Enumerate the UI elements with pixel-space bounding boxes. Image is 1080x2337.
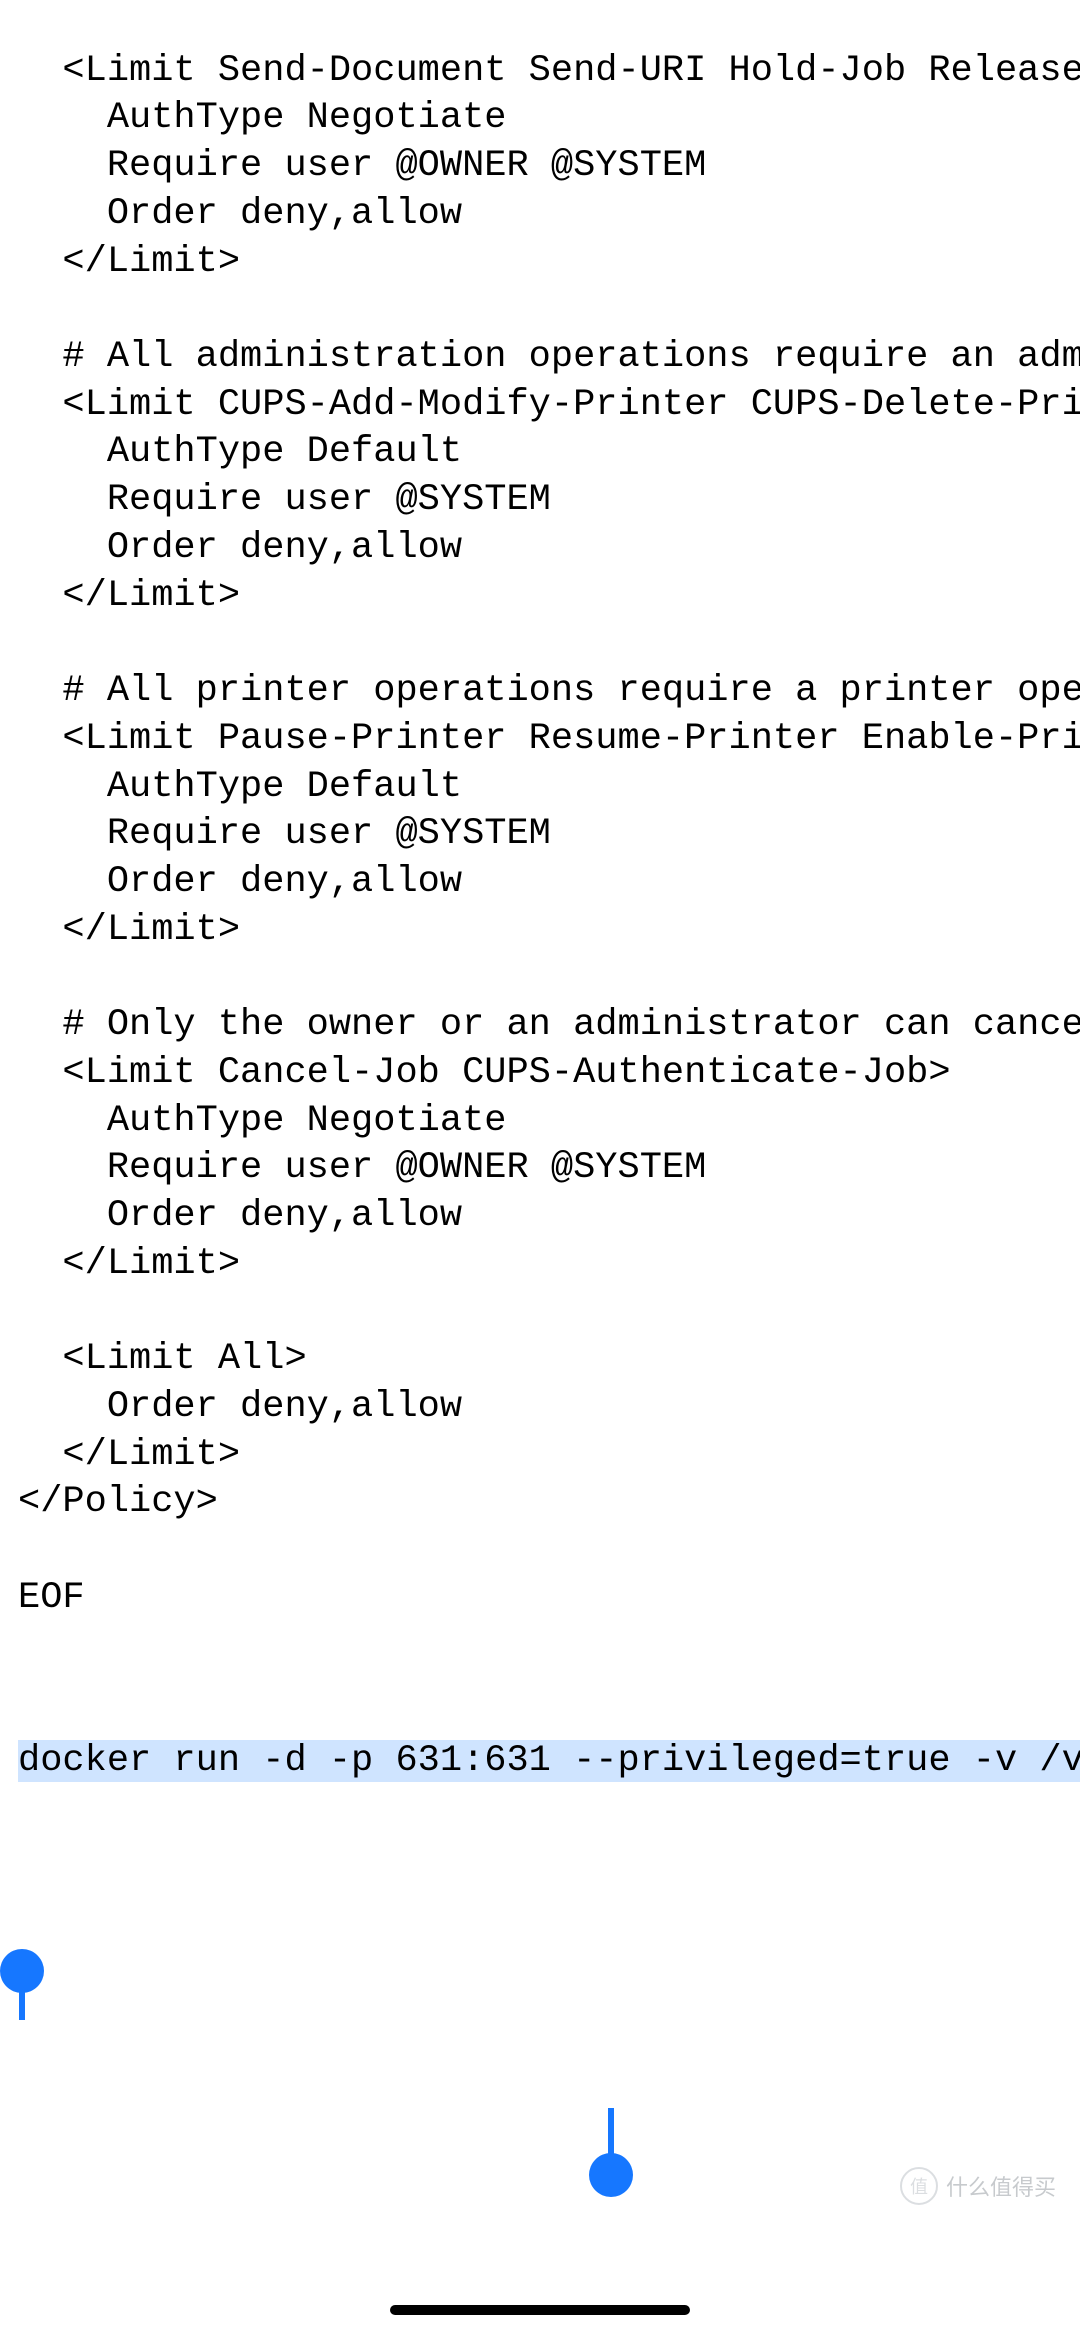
watermark-icon: 值 xyxy=(900,2167,938,2205)
selection-handle-start-stem xyxy=(19,1972,25,2020)
watermark-text: 什么值得买 xyxy=(946,2170,1056,2202)
config-code-block[interactable]: <Limit Send-Document Send-URI Hold-Job R… xyxy=(18,48,1062,1623)
watermark: 值 什么值得买 xyxy=(900,2167,1056,2205)
docker-command-block[interactable]: docker run -d -p 631:631 --privileged=tr… xyxy=(18,1738,1062,1786)
text-selection[interactable]: docker run -d -p 631:631 --privileged=tr… xyxy=(18,1740,1080,1782)
selection-handle-end[interactable] xyxy=(589,2153,633,2197)
home-indicator[interactable] xyxy=(390,2305,690,2315)
selection-handle-end-stem xyxy=(608,2108,614,2156)
